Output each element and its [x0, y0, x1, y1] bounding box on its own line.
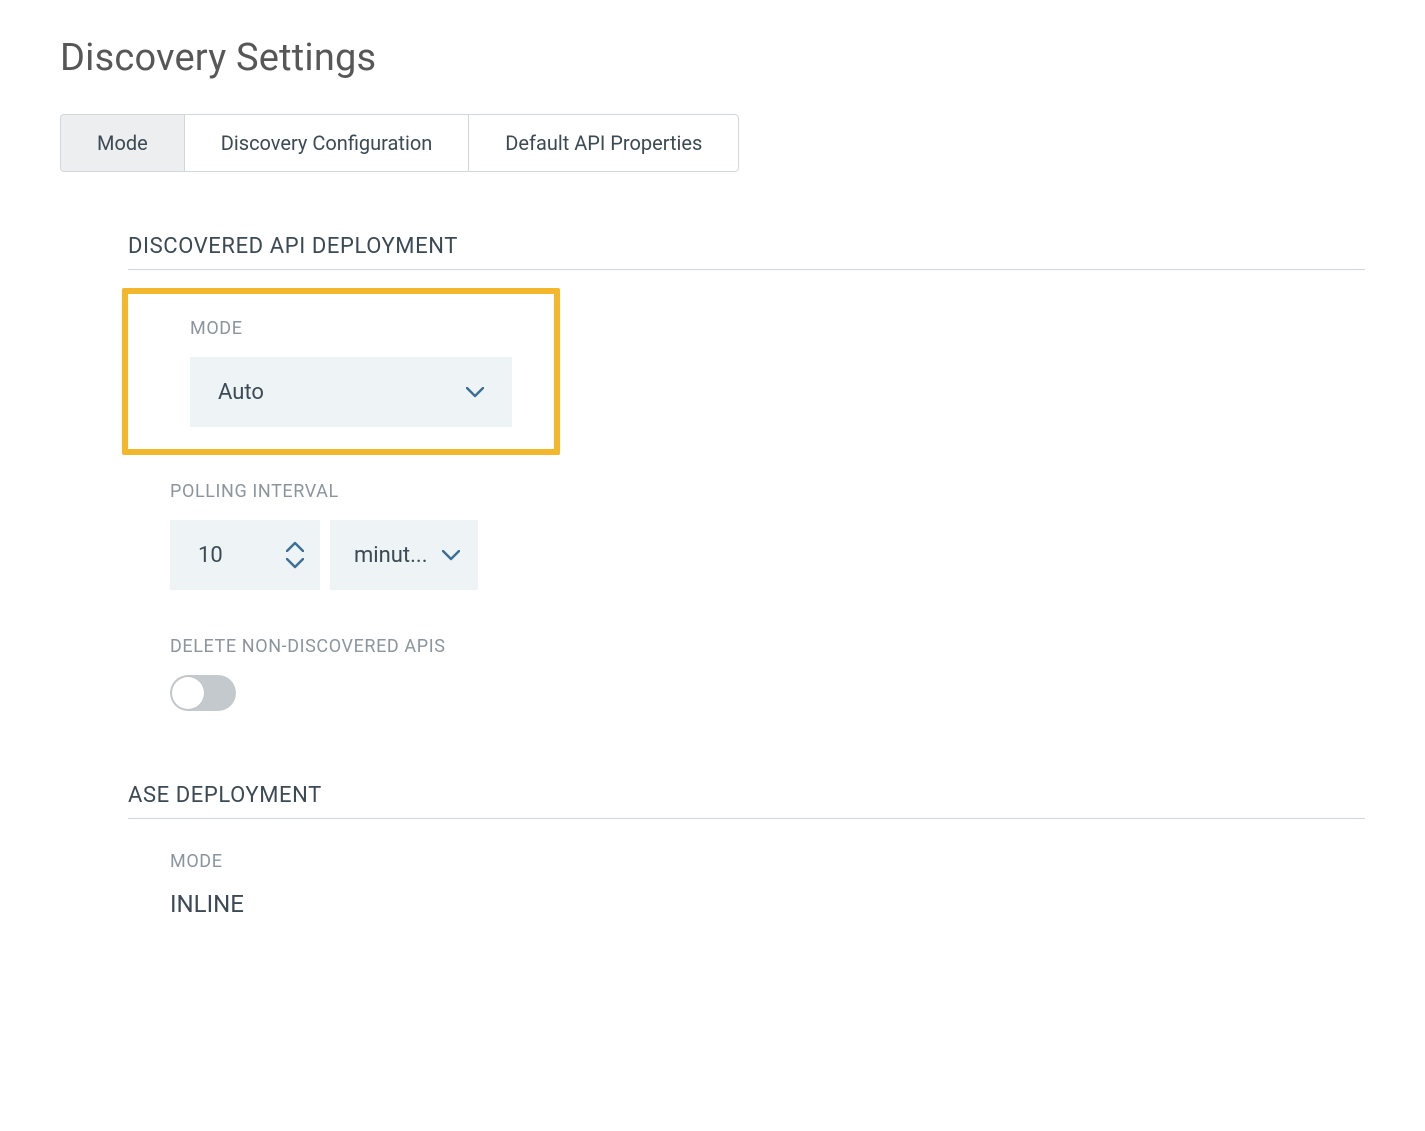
ase-mode-value: INLINE: [170, 890, 1365, 918]
polling-interval-stepper[interactable]: 10: [170, 520, 320, 590]
section-divider: [128, 269, 1365, 270]
ase-mode-label: MODE: [170, 851, 1365, 872]
section-divider: [128, 818, 1365, 819]
mode-field-label: MODE: [190, 318, 554, 339]
section-title-ase-deployment: ASE DEPLOYMENT: [128, 783, 1365, 808]
tab-default-api-properties[interactable]: Default API Properties: [469, 115, 738, 171]
mode-select-value: Auto: [218, 380, 264, 405]
mode-highlight-box: MODE Auto: [122, 288, 560, 455]
tab-discovery-configuration[interactable]: Discovery Configuration: [185, 115, 470, 171]
chevron-up-icon[interactable]: [286, 541, 304, 552]
page-title: Discovery Settings: [60, 36, 1365, 80]
tabs-bar: Mode Discovery Configuration Default API…: [60, 114, 739, 172]
section-title-discovered-api: DISCOVERED API DEPLOYMENT: [128, 234, 1365, 259]
polling-interval-value: 10: [198, 543, 223, 568]
chevron-down-icon: [442, 550, 460, 561]
delete-non-discovered-toggle[interactable]: [170, 675, 236, 711]
polling-interval-unit-value: minut...: [354, 543, 428, 568]
toggle-thumb: [172, 677, 204, 709]
polling-interval-unit-select[interactable]: minut...: [330, 520, 478, 590]
chevron-down-icon: [466, 387, 484, 398]
chevron-down-icon[interactable]: [286, 558, 304, 569]
mode-select[interactable]: Auto: [190, 357, 512, 427]
tab-mode[interactable]: Mode: [61, 115, 185, 171]
polling-interval-label: POLLING INTERVAL: [170, 481, 1365, 502]
delete-non-discovered-label: DELETE NON-DISCOVERED APIS: [170, 636, 1365, 657]
